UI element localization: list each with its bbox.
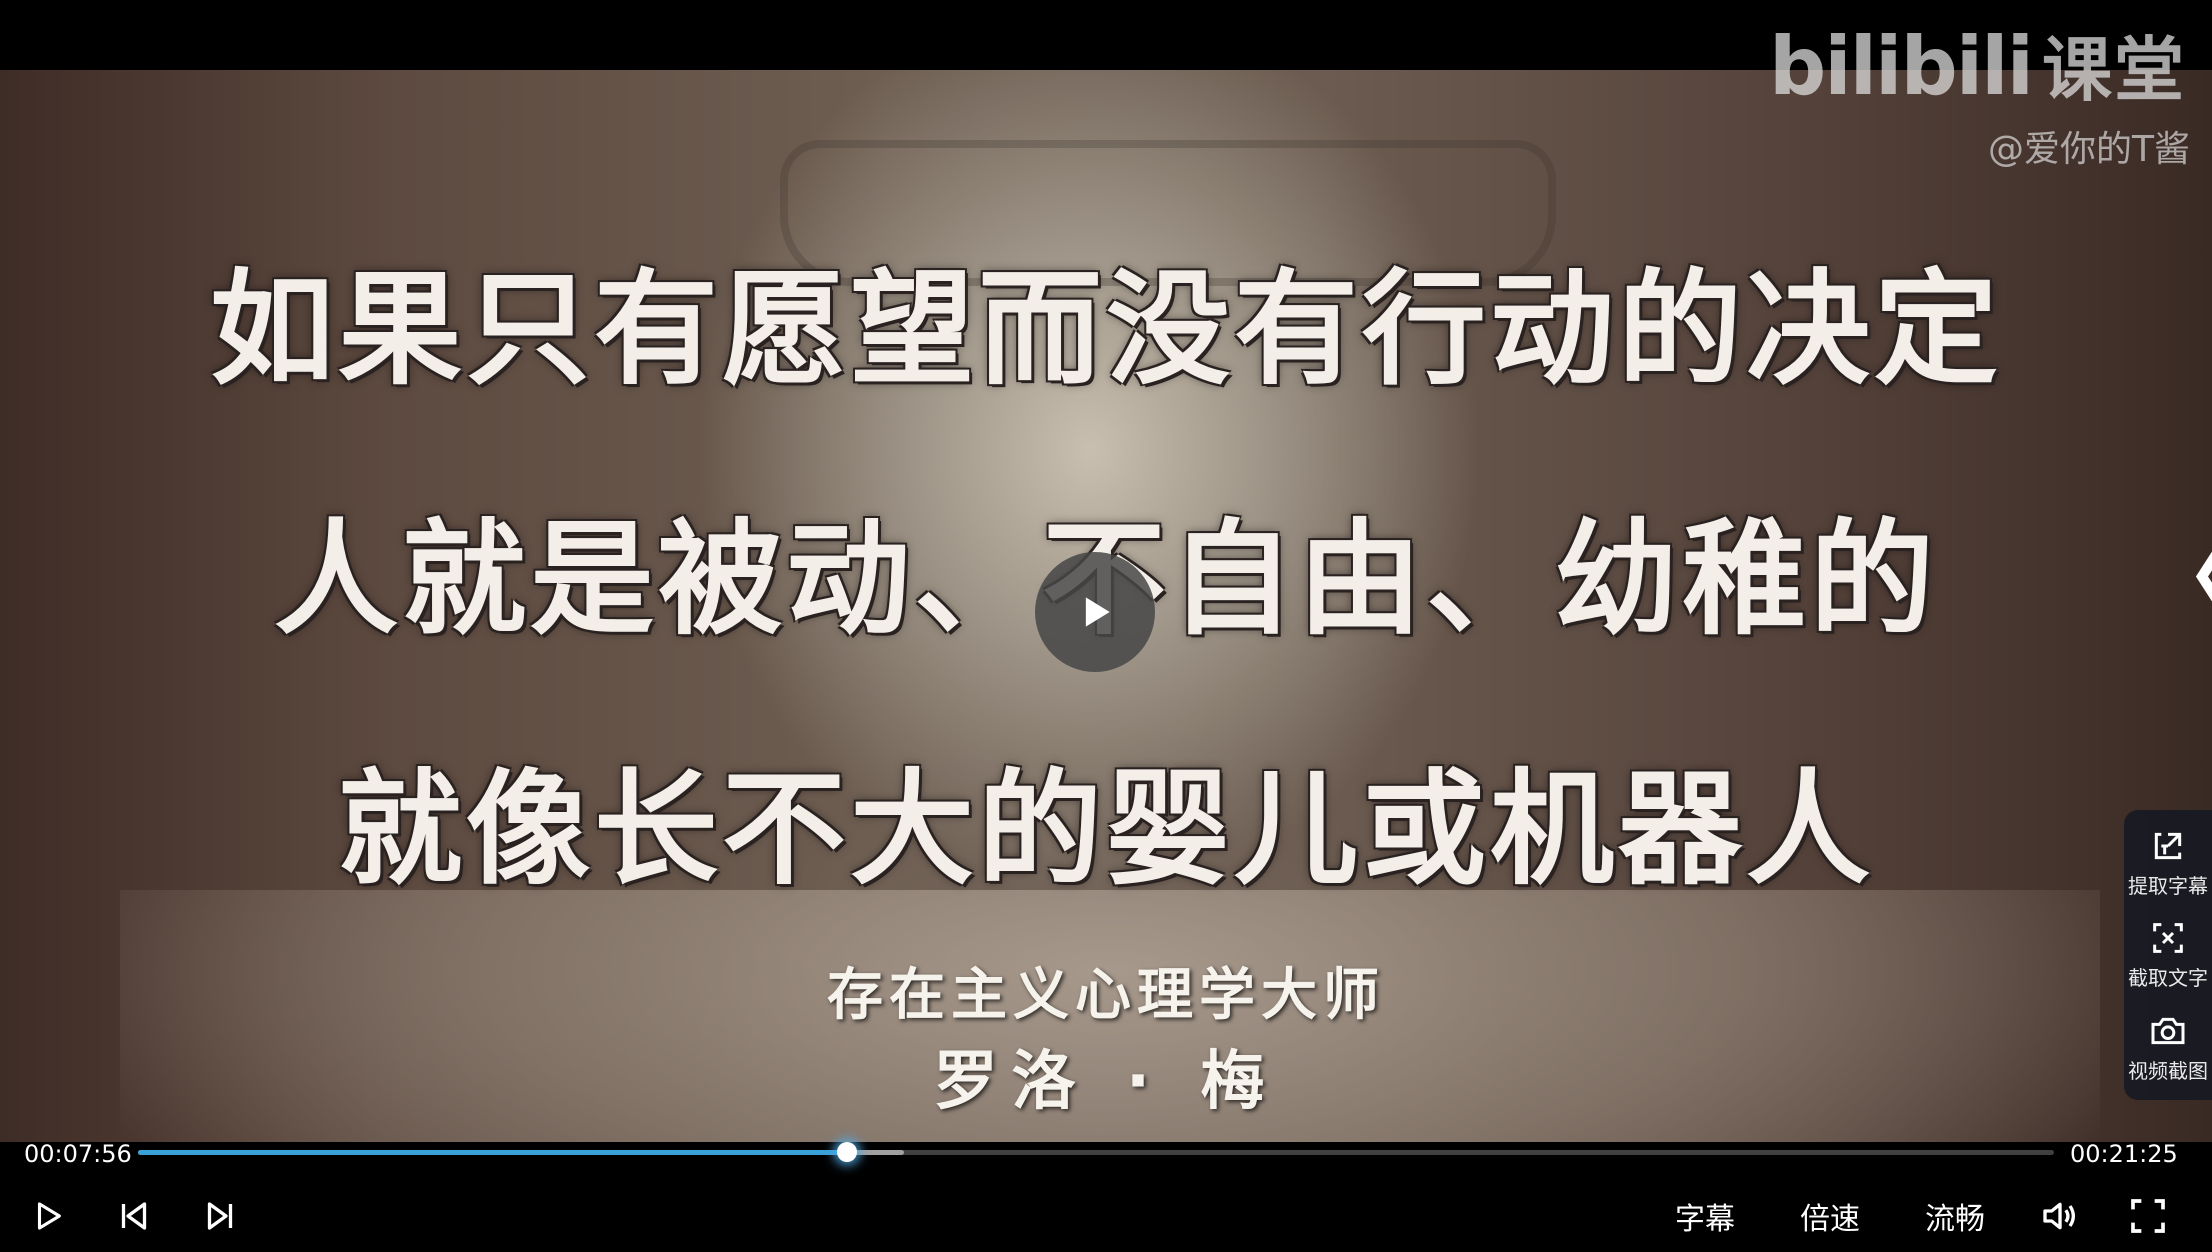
playback-speed-button[interactable]: 倍速 [1795,1188,1865,1244]
current-time: 00:07:56 [24,1140,132,1168]
watermark-logo-suffix: 课堂 [2042,29,2186,111]
capture-text-button[interactable]: 截取文字 [2128,918,2208,991]
play-icon [37,1202,61,1230]
progress-thumb[interactable] [836,1142,857,1162]
next-button[interactable] [196,1188,244,1244]
tool-label: 截取文字 [2128,966,2208,991]
screenshot-camera-icon [2151,1017,2185,1045]
next-icon [207,1202,233,1230]
volume-button[interactable] [2036,1188,2084,1244]
extract-subtitle-button[interactable]: 提取字幕 [2128,826,2208,899]
fullscreen-icon [2131,1199,2165,1233]
side-panel-toggle[interactable]: ❮ [2188,540,2212,605]
capture-text-icon [2153,923,2183,954]
video-caption-line-1: 如果只有愿望而没有行动的决定 [209,257,2002,402]
extract-subtitle-icon [2154,832,2182,859]
watermark-logo-text: bilibili [1768,20,2034,113]
fullscreen-button[interactable] [2124,1188,2172,1244]
previous-icon [121,1202,147,1230]
tool-label: 提取字幕 [2128,873,2208,898]
uploader-watermark: @爱你的T酱 [1988,129,2190,170]
video-player[interactable]: 如果只有愿望而没有行动的决定 人就是被动、不自由、幼稚的 就像长不大的婴儿或机器… [0,0,2212,1252]
subtitles-button[interactable]: 字幕 [1670,1188,1740,1244]
previous-button[interactable] [110,1188,158,1244]
bilibili-course-watermark: bilibili 课堂 [1769,14,2186,115]
play-icon [1085,597,1110,627]
total-time: 00:21:25 [2070,1140,2178,1168]
video-caption-line-3: 就像长不大的婴儿或机器人 [337,757,1874,902]
center-play-button[interactable] [1035,552,1155,672]
video-subtitle-line-2: 罗洛 · 梅 [933,1045,1279,1119]
tool-label: 视频截图 [2128,1059,2208,1084]
screenshot-button[interactable]: 视频截图 [2128,1011,2208,1084]
progress-bar[interactable] [138,1142,2054,1162]
play-button[interactable] [24,1188,72,1244]
tool-panel: 提取字幕 截取文字 视频截图 [2124,810,2212,1100]
video-subtitle-line-1: 存在主义心理学大师 [827,963,1385,1028]
progress-played [138,1150,847,1155]
quality-button[interactable]: 流畅 [1920,1188,1990,1244]
volume-icon [2043,1202,2075,1230]
